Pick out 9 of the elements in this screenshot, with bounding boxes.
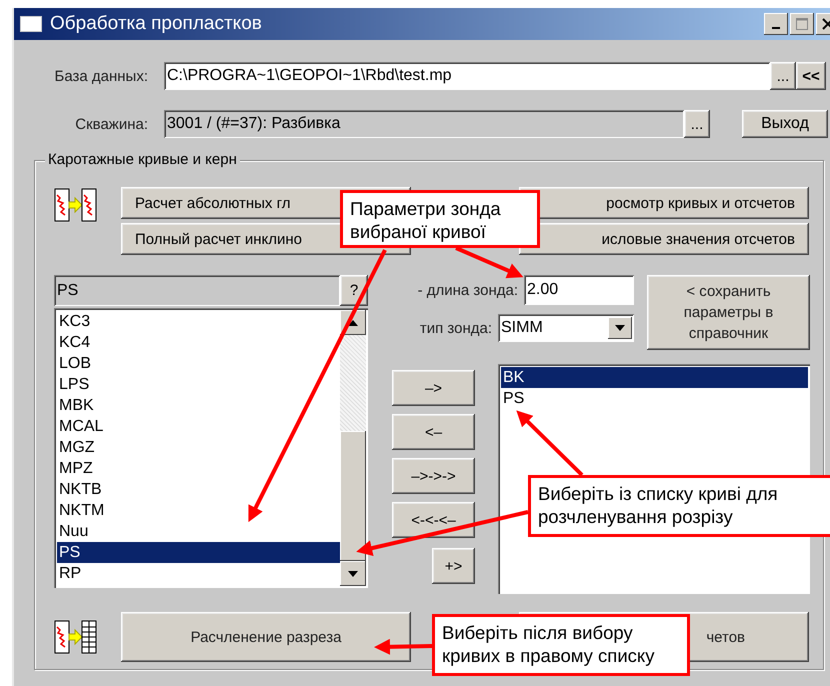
well-label: Скважина: [74,116,148,132]
probe-type-label: тип зонда: [420,320,492,336]
probe-length-label: - длина зонда: [418,282,518,298]
database-label: База данных: [53,68,148,84]
annotation-tooltip: Параметри зонда вибраної кривої [340,190,540,248]
annotation-tooltip: Виберіть із списку криві для розчленування розрізу [528,475,830,537]
group-title: Каротажные кривые и керн [45,151,240,168]
annotation-tooltip: Виберіть після вибору кривих в правому списку [432,614,690,676]
window-title: Обработка пропластков [50,13,263,35]
